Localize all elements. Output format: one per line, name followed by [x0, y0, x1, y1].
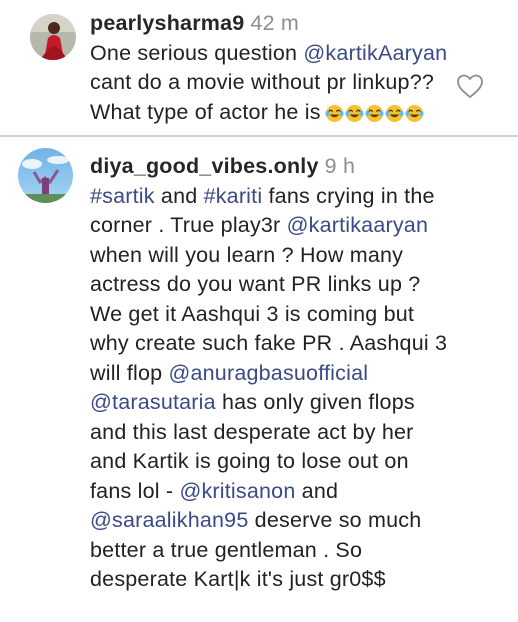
heart-outline-icon[interactable]	[456, 73, 484, 99]
laughing-crying-emoji-icon	[345, 104, 364, 122]
comment-text: What type of actor he is	[90, 99, 321, 124]
comment-text-line: better a true gentleman . So	[90, 537, 363, 562]
comment-username[interactable]: diya_good_vibes.only	[90, 154, 319, 178]
comment-1: pearlysharma9 42 m One serious question @…	[90, 9, 447, 131]
comment-text: will flop	[90, 360, 169, 385]
comment-text-line: We get it Aashqui 3 is coming but	[90, 301, 415, 326]
comment-username[interactable]: pearlysharma9	[90, 11, 244, 35]
comment-text-line: and Kartik is going to lose out on	[90, 449, 409, 473]
comment-text: and	[295, 478, 339, 503]
laughing-crying-emoji-icon	[325, 104, 344, 122]
profile-photo-icon	[18, 148, 73, 203]
comment-text: corner . True play3r	[90, 213, 287, 237]
comment-text-line: and this last desperate act by her	[90, 419, 414, 444]
comment-text-line: One serious question @kartikAaryan	[90, 39, 447, 69]
comment-text-line: fans lol - @kritisanon and	[90, 477, 447, 507]
comment-text: and	[154, 183, 204, 208]
comment-text-line: @tarasutaria has only given flops	[90, 388, 447, 418]
comment-time: 42 m	[250, 11, 300, 35]
mention-link[interactable]: @saraalikhan95	[90, 508, 249, 532]
laughing-crying-emoji-icon	[365, 104, 384, 122]
mention-link[interactable]: @kritisanon	[179, 479, 295, 503]
mention-link[interactable]: @anuragbasuofficial	[168, 361, 368, 385]
comment-text-line: #sartik and #kariti fans crying in the	[90, 182, 447, 212]
comment-text-line: cant do a movie without pr linkup??	[90, 70, 435, 94]
comment-header: pearlysharma9 42 m	[90, 9, 447, 39]
hashtag-link[interactable]: #sartik	[90, 184, 155, 208]
avatar[interactable]	[18, 148, 73, 203]
comment-text-line: @saraalikhan95 deserve so much	[90, 506, 447, 536]
comment-divider	[0, 135, 518, 137]
comment-text: has only given flops	[215, 390, 415, 414]
mention-link[interactable]: @kartikAaryan	[303, 41, 447, 65]
comment-text: fans lol -	[90, 478, 180, 503]
hashtag-link[interactable]: #kariti	[204, 184, 263, 208]
laughing-crying-emoji-icon	[405, 104, 424, 122]
comment-text: One serious question	[90, 40, 304, 65]
emoji-group	[325, 102, 425, 132]
comment-time: 9 h	[324, 154, 356, 178]
mention-link[interactable]: @kartikaaryan	[287, 213, 429, 237]
comment-text: fans crying in the	[262, 183, 435, 208]
avatar[interactable]	[30, 14, 76, 60]
comment-text-line: desperate Kart|k it's just gr0$$	[90, 567, 386, 591]
comment-text-line: why create such fake PR . Aashqui 3	[90, 331, 448, 355]
comment-text-line: What type of actor he is	[90, 98, 447, 132]
laughing-crying-emoji-icon	[385, 104, 404, 122]
comment-text-line: when will you learn ? How many	[90, 242, 404, 267]
comment-text-line: will flop @anuragbasuofficial	[90, 359, 447, 389]
mention-link[interactable]: @tarasutaria	[90, 390, 216, 414]
profile-photo-icon	[30, 14, 76, 60]
comment-text-line: corner . True play3r @kartikaaryan	[90, 211, 447, 241]
comment-header: diya_good_vibes.only 9 h	[90, 152, 447, 182]
comment-text: deserve so much	[248, 508, 422, 532]
comment-text-line: actress do you want PR links up ?	[90, 272, 421, 296]
comment-2: diya_good_vibes.only 9 h #sartik and #kar…	[90, 152, 447, 595]
